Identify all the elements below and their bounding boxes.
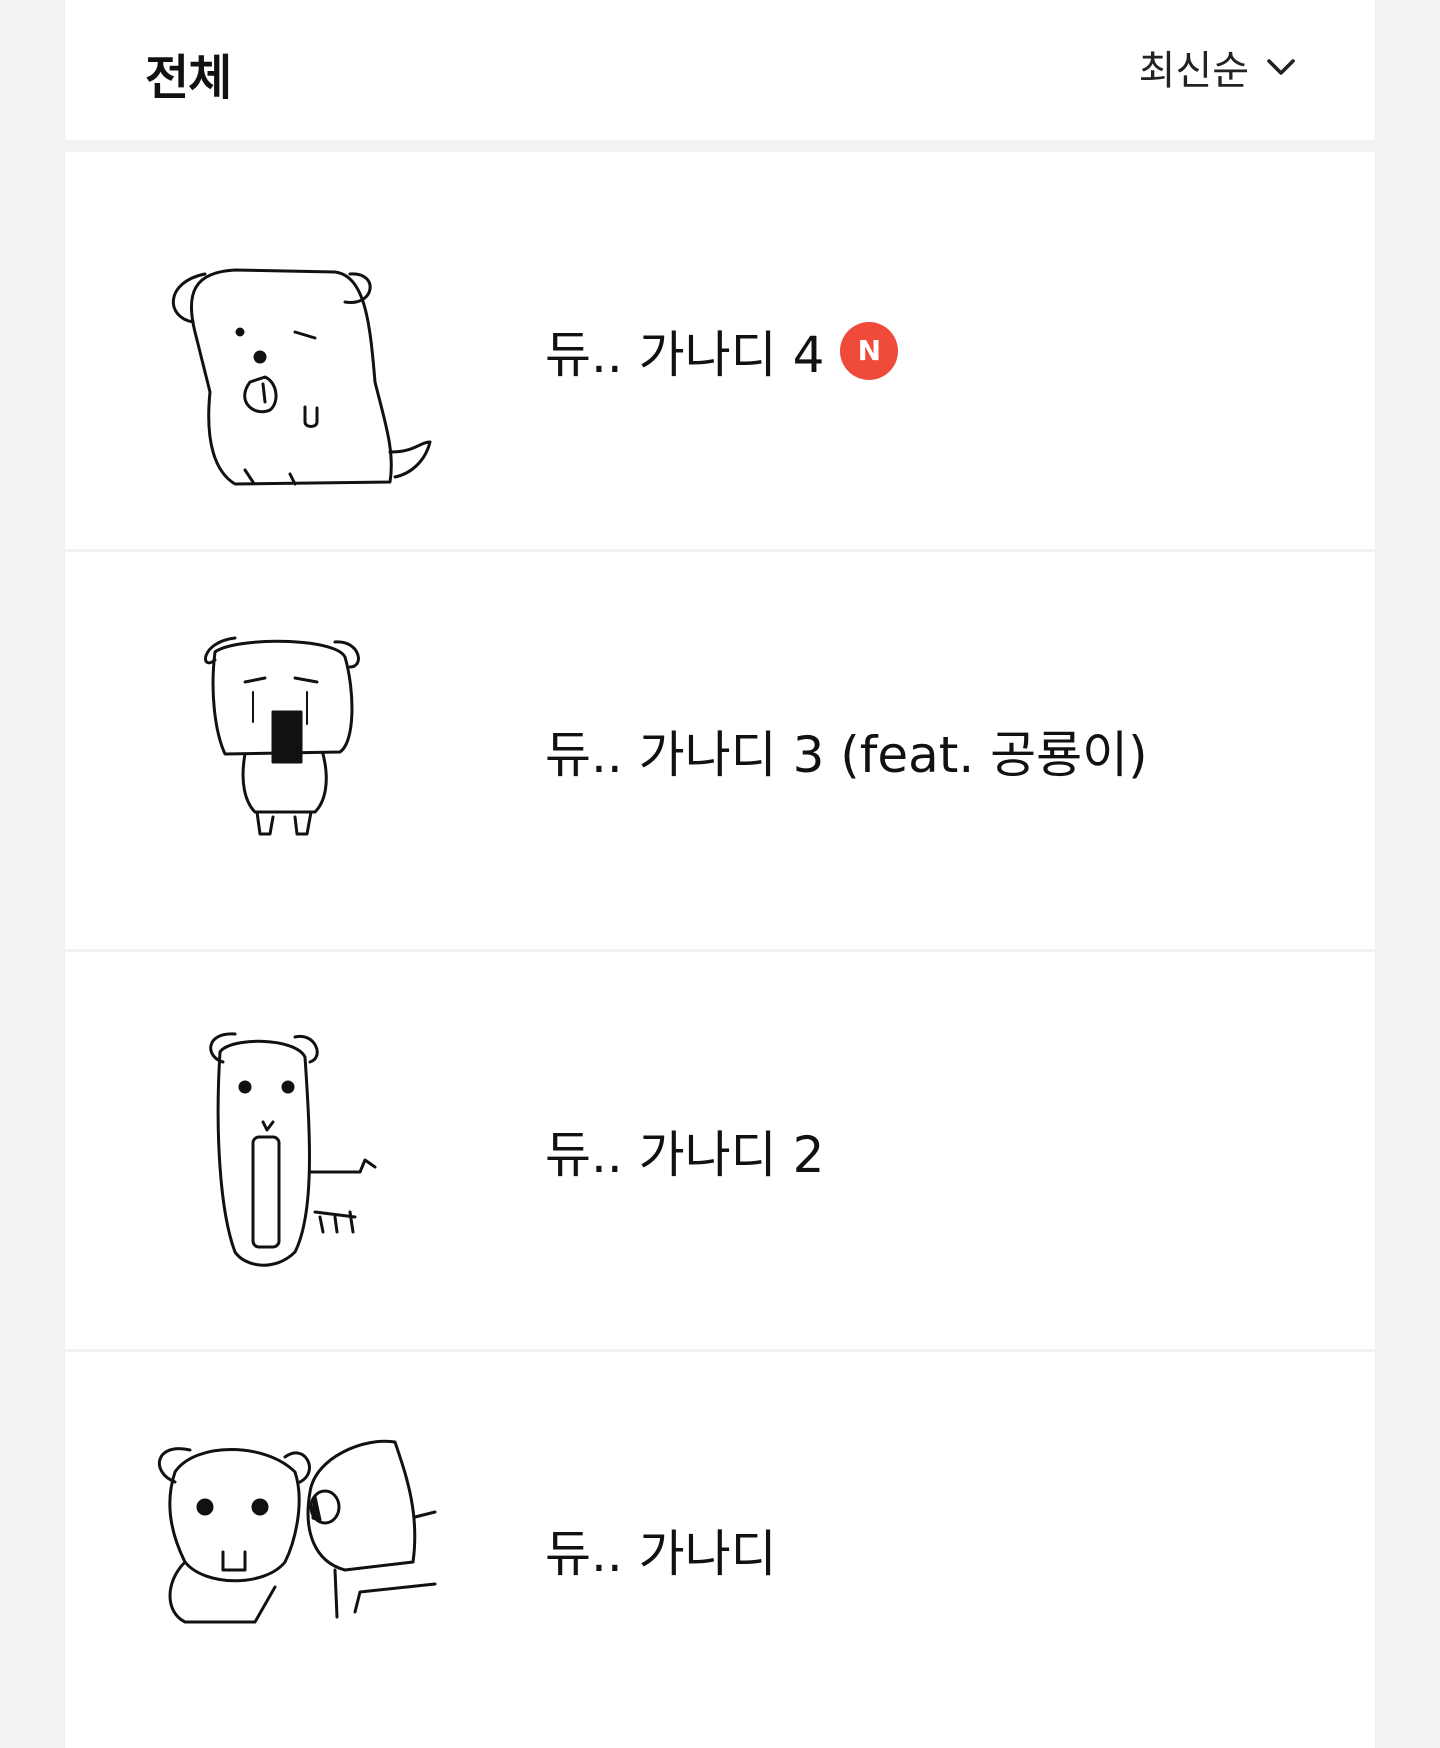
sort-dropdown[interactable]: 최신순 bbox=[1139, 38, 1299, 96]
list-item[interactable]: 듀.. 가나디 4 N bbox=[65, 152, 1375, 549]
list-header: 전체 최신순 bbox=[65, 0, 1375, 140]
item-title: 듀.. 가나디 bbox=[545, 1525, 777, 1583]
series-list-panel: 전체 최신순 듀.. 가나디 4 N 듀.. 가나디 3 (feat. 공룡이)… bbox=[65, 0, 1375, 1748]
puppy-and-friend-thumbnail bbox=[145, 1412, 445, 1702]
chevron-down-icon bbox=[1267, 59, 1295, 75]
list-item[interactable]: 듀.. 가나디 bbox=[65, 1352, 1375, 1748]
list-item[interactable]: 듀.. 가나디 3 (feat. 공룡이) bbox=[65, 552, 1375, 949]
crying-puppy-thumbnail bbox=[145, 612, 445, 902]
item-title-row: 듀.. 가나디 4 N bbox=[545, 152, 899, 549]
long-face-puppy-thumbnail bbox=[145, 1012, 445, 1302]
item-title: 듀.. 가나디 2 bbox=[545, 1125, 825, 1184]
item-title: 듀.. 가나디 4 bbox=[545, 325, 825, 384]
item-title: 듀.. 가나디 3 (feat. 공룡이) bbox=[545, 725, 1148, 784]
item-title-row: 듀.. 가나디 2 bbox=[545, 952, 824, 1349]
puppy-sitting-thumbnail bbox=[145, 212, 445, 502]
list-item[interactable]: 듀.. 가나디 2 bbox=[65, 952, 1375, 1349]
page-title: 전체 bbox=[145, 50, 232, 106]
sort-label: 최신순 bbox=[1138, 48, 1249, 94]
item-title-row: 듀.. 가나디 3 (feat. 공룡이) bbox=[545, 552, 1148, 949]
item-title-row: 듀.. 가나디 bbox=[545, 1352, 777, 1748]
new-badge: N bbox=[840, 321, 899, 380]
